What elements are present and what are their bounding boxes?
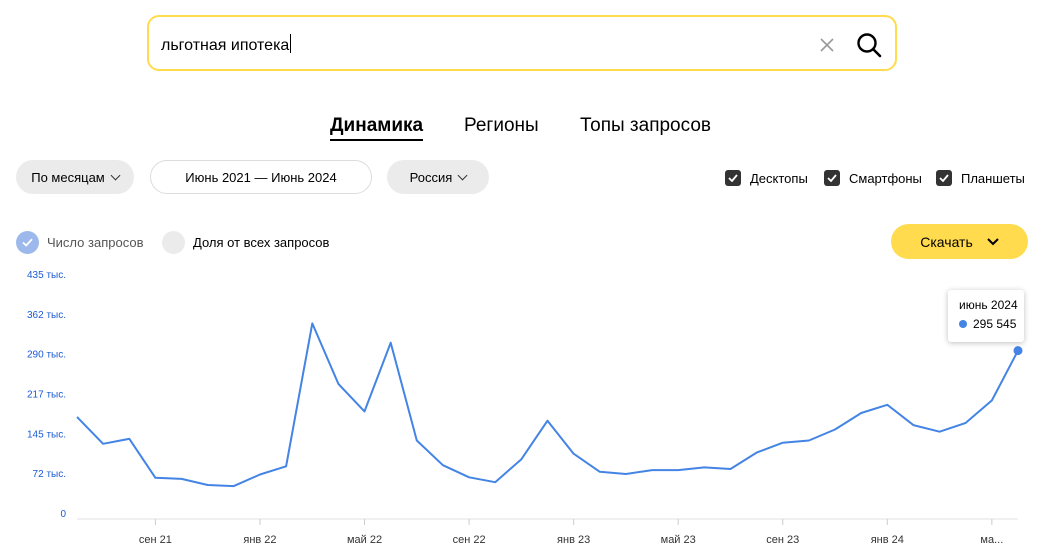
device-smartphone-checkbox[interactable]: Смартфоны [824,169,922,187]
device-tablet-label: Планшеты [961,170,1025,186]
x-tick-label: сен 22 [453,534,486,546]
y-axis: 0 72 тыс. 145 тыс. 217 тыс. 290 тыс. 362 тыс.… [27,270,66,520]
x-tick-label: ма... [980,534,1003,546]
region-dropdown[interactable]: Россия [387,160,489,194]
series-dot-icon [959,320,967,328]
x-tick-label: май 22 [347,534,382,546]
search-box[interactable]: льготная ипотека [147,15,897,71]
device-desktop-checkbox[interactable]: Десктопы [725,169,808,187]
radio-empty-icon [162,230,185,254]
tab-top-queries[interactable]: Топы запросов [580,115,711,137]
data-point-last[interactable] [1013,346,1023,356]
period-mode-label: По месяцам [31,169,105,185]
search-input[interactable]: льготная ипотека [161,34,292,55]
tabs: Динамика Регионы Топы запросов [0,115,1050,141]
x-tick-label: сен 21 [139,534,172,546]
x-tick-label: май 23 [661,534,696,546]
y-tick-label: 435 тыс. [27,270,66,281]
metric-count-radio[interactable]: Число запросов [16,230,143,254]
metric-share-radio[interactable]: Доля от всех запросов [162,230,329,254]
chevron-down-icon [110,170,121,180]
chart-tooltip: июнь 2024 295 545 [948,290,1024,342]
metric-share-label: Доля от всех запросов [193,234,330,250]
y-tick-label: 217 тыс. [27,390,66,401]
y-tick-label: 145 тыс. [27,429,66,440]
y-tick-label: 0 [60,509,66,520]
region-label: Россия [409,169,453,185]
series-line [76,322,1019,488]
checkbox-checked-icon [936,170,952,186]
clear-icon[interactable] [817,35,837,55]
checkbox-checked-icon [824,170,840,186]
x-tick-label: янв 24 [871,534,904,546]
checkbox-checked-icon [725,170,741,186]
device-desktop-label: Десктопы [750,170,808,186]
x-axis: сен 21 янв 22 май 22 сен 22 янв 23 май 23 сен … [139,519,1003,546]
download-label: Скачать [920,233,973,250]
x-tick-label: сен 23 [766,534,799,546]
period-mode-dropdown[interactable]: По месяцам [16,160,134,194]
tooltip-period: июнь 2024 [959,298,1018,312]
chevron-down-icon [987,237,999,245]
y-tick-label: 290 тыс. [27,350,66,361]
line-chart[interactable]: 0 72 тыс. 145 тыс. 217 тыс. 290 тыс. 362 тыс.… [0,260,1050,554]
search-icon[interactable] [855,31,883,59]
tooltip-value: 295 545 [973,317,1017,331]
metric-count-label: Число запросов [47,234,144,250]
x-tick-label: янв 23 [557,534,590,546]
device-smartphone-label: Смартфоны [849,170,922,186]
date-range-picker[interactable]: Июнь 2021 — Июнь 2024 [150,160,372,194]
download-button[interactable]: Скачать [891,224,1028,259]
chevron-down-icon [457,170,468,180]
tab-dynamics[interactable]: Динамика [330,115,424,141]
tab-regions[interactable]: Регионы [464,115,539,137]
y-tick-label: 362 тыс. [27,310,66,321]
text-caret [290,34,292,53]
x-tick-label: янв 22 [243,534,276,546]
device-tablet-checkbox[interactable]: Планшеты [936,169,1025,187]
radio-selected-icon [16,230,39,254]
y-tick-label: 72 тыс. [33,469,66,480]
date-range-label: Июнь 2021 — Июнь 2024 [185,169,337,185]
